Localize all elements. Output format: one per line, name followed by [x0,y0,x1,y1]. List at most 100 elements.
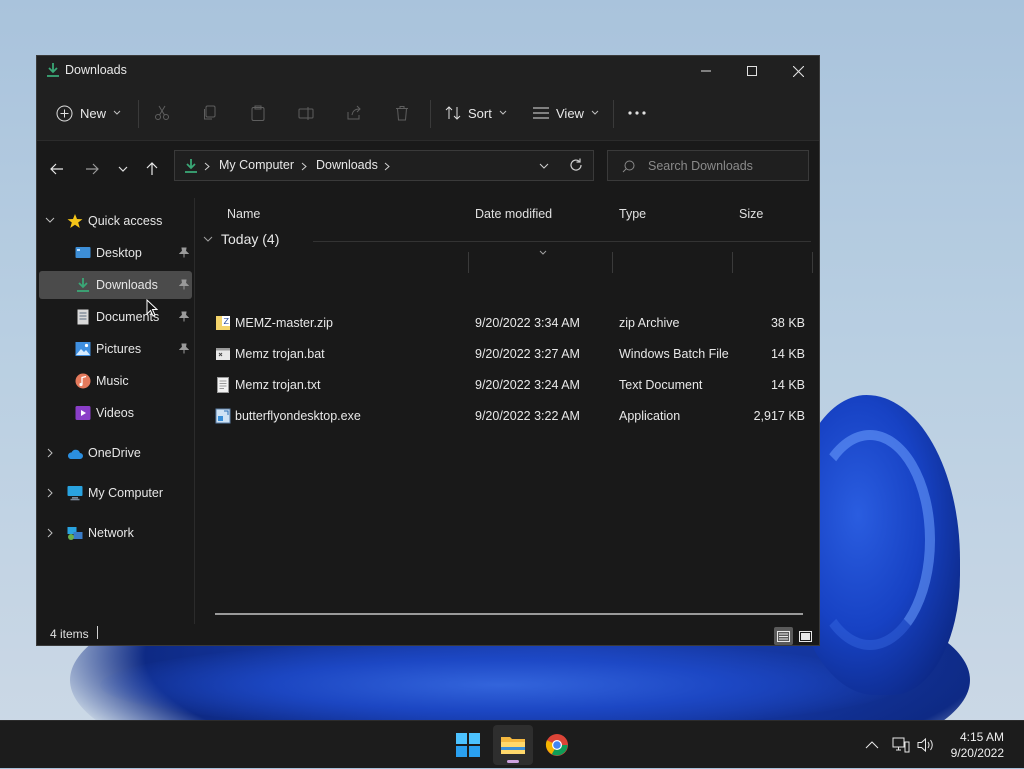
cut-button[interactable] [154,98,170,128]
sort-button[interactable]: Sort [445,98,507,128]
table-row[interactable]: Z MEMZ-master.zip 9/20/2022 3:34 AM zip … [209,309,805,337]
rename-icon [298,107,314,120]
large-icons-view-button[interactable] [796,627,815,645]
breadcrumb-downloads[interactable]: Downloads [316,158,378,172]
sidebar-item-documents[interactable]: Documents [39,303,192,331]
network-status-button[interactable] [892,721,910,769]
breadcrumb-my-computer[interactable]: My Computer [219,158,294,172]
close-button[interactable] [775,56,821,86]
group-label: Today (4) [221,231,280,247]
view-icon [533,107,549,119]
sidebar-label: OneDrive [88,446,141,460]
active-app-indicator [507,760,519,763]
minimize-icon [701,70,711,72]
pin-icon[interactable] [179,311,189,322]
window-title: Downloads [65,63,127,77]
column-header-date-modified[interactable]: Date modified [475,207,552,232]
show-hidden-icons-button[interactable] [865,721,879,769]
details-view-icon [777,630,790,642]
application-icon [215,408,231,424]
sort-icon [445,106,461,120]
chevron-right-icon [301,162,307,171]
refresh-icon[interactable] [569,158,583,172]
column-header-name[interactable]: Name [227,207,260,232]
details-view-button[interactable] [774,627,793,645]
sidebar-item-quick-access[interactable]: Quick access [39,207,192,235]
forward-button[interactable] [80,157,104,181]
network-icon [67,527,83,540]
column-header-type[interactable]: Type [619,207,646,232]
column-header-size[interactable]: Size [739,207,763,232]
command-bar: New Sort View [37,86,819,141]
status-divider [97,626,98,639]
navigation-pane: Quick access Desktop Downloads Documents [37,198,194,613]
sidebar-item-pictures[interactable]: Pictures [39,335,192,363]
documents-icon [77,309,89,325]
start-button[interactable] [448,725,488,765]
back-button[interactable] [45,157,69,181]
taskbar: 4:15 AM 9/20/2022 [0,720,1024,768]
computer-icon [67,486,83,501]
new-button[interactable]: New [56,98,121,128]
delete-button[interactable] [394,98,410,128]
sidebar-item-desktop[interactable]: Desktop [39,239,192,267]
group-header-today[interactable]: Today (4) [203,231,279,247]
sidebar-item-videos[interactable]: Videos [39,399,192,427]
item-count: 4 items [50,627,89,641]
sidebar-item-my-computer[interactable]: My Computer [39,479,192,507]
paste-button[interactable] [250,98,266,128]
maximize-button[interactable] [729,56,775,86]
file-name: Memz trojan.txt [235,378,321,392]
sidebar-item-onedrive[interactable]: OneDrive [39,439,192,467]
star-icon [67,214,83,228]
file-explorer-icon [501,737,525,754]
table-row[interactable]: butterflyondesktop.exe 9/20/2022 3:22 AM… [209,402,805,430]
sidebar-item-downloads[interactable]: Downloads [39,271,192,299]
minimize-button[interactable] [683,56,729,86]
chevron-down-icon [499,110,507,115]
rename-button[interactable] [298,98,314,128]
chevron-right-icon [204,162,210,171]
pin-icon[interactable] [179,343,189,354]
taskbar-file-explorer[interactable] [493,725,533,765]
share-button[interactable] [346,98,362,128]
pictures-icon [75,342,91,356]
see-more-button[interactable] [628,98,646,128]
chevron-up-icon [865,741,879,749]
sort-indicator-icon [539,250,547,255]
sidebar-label: Music [96,374,129,388]
address-history-chevron-icon[interactable] [539,163,549,169]
chevron-down-icon [118,166,128,172]
taskbar-chrome[interactable] [537,725,577,765]
new-label: New [80,105,107,121]
table-row[interactable]: Memz trojan.bat 9/20/2022 3:27 AM Window… [209,340,805,368]
file-size: 14 KB [770,378,805,392]
volume-button[interactable] [917,721,935,769]
sidebar-item-network[interactable]: Network [39,519,192,547]
arrow-left-icon [50,163,63,175]
sidebar-label: Desktop [96,246,142,260]
pin-icon[interactable] [179,279,189,290]
title-bar[interactable]: Downloads [37,56,819,86]
chrome-icon [545,734,568,756]
pin-icon[interactable] [179,247,189,258]
file-date: 9/20/2022 3:27 AM [475,347,580,361]
recent-locations-button[interactable] [111,157,135,181]
file-date: 9/20/2022 3:22 AM [475,409,580,423]
sort-label: Sort [468,105,492,121]
sidebar-label: Downloads [96,278,158,292]
up-button[interactable] [140,157,164,181]
downloads-icon [185,159,197,173]
table-row[interactable]: Memz trojan.txt 9/20/2022 3:24 AM Text D… [209,371,805,399]
search-input[interactable]: Search Downloads [607,150,809,181]
tiles-view-icon [799,630,812,642]
start-icon [456,733,480,757]
sidebar-item-music[interactable]: Music [39,367,192,395]
address-bar[interactable]: My Computer Downloads [174,150,594,181]
file-name: Memz trojan.bat [235,347,325,361]
view-button[interactable]: View [533,98,599,128]
copy-button[interactable] [202,98,218,128]
file-name: butterflyondesktop.exe [235,409,361,423]
horizontal-scrollbar[interactable] [215,613,803,615]
system-clock[interactable]: 4:15 AM 9/20/2022 [951,729,1004,761]
